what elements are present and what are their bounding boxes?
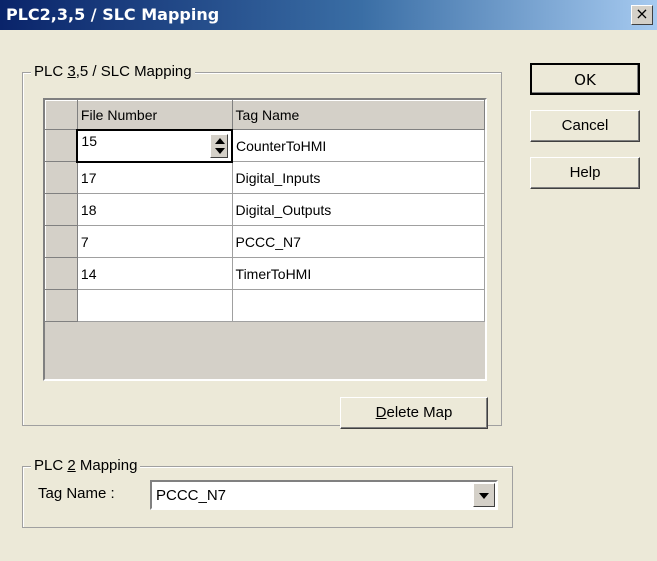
row-header[interactable]	[45, 257, 78, 290]
legend-text: ,5 / SLC Mapping	[75, 63, 192, 80]
file-number-value: 15	[81, 133, 97, 149]
legend-text: Mapping	[75, 457, 138, 474]
file-number-cell[interactable]: 14	[76, 257, 233, 290]
window-title: PLC2,3,5 / SLC Mapping	[6, 5, 220, 24]
tag-name-cell[interactable]	[231, 289, 486, 322]
column-header-file-number[interactable]: File Number	[76, 100, 233, 130]
row-header[interactable]	[45, 225, 78, 258]
tag-name-select[interactable]: PCCC_N7	[150, 480, 498, 510]
delete-accel-key: D	[375, 404, 387, 421]
legend-accel-key: 2	[67, 457, 76, 474]
delete-map-button[interactable]: Delete Map	[340, 397, 488, 429]
table-row[interactable]: 14 TimerToHMI	[45, 257, 486, 290]
mapping-table: File Number Tag Name 15 CounterToHMI 17 …	[45, 100, 486, 322]
legend-accel-key: 3	[67, 63, 76, 80]
cancel-button[interactable]: Cancel	[530, 110, 640, 142]
table-row[interactable]: 17 Digital_Inputs	[45, 161, 486, 194]
tag-name-cell[interactable]: TimerToHMI	[231, 257, 486, 290]
ok-button[interactable]: OK	[530, 63, 640, 95]
table-row[interactable]: 18 Digital_Outputs	[45, 193, 486, 226]
row-header-corner[interactable]	[45, 100, 78, 130]
mapping-grid[interactable]: File Number Tag Name 15 CounterToHMI 17 …	[43, 98, 487, 381]
column-header-tag-name[interactable]: Tag Name	[231, 100, 486, 130]
tag-name-cell[interactable]: PCCC_N7	[231, 225, 486, 258]
row-header[interactable]	[45, 193, 78, 226]
row-header[interactable]	[45, 161, 78, 194]
tag-name-cell[interactable]: Digital_Inputs	[231, 161, 486, 194]
spin-updown-icon[interactable]	[210, 134, 229, 158]
row-header[interactable]	[45, 289, 78, 322]
file-number-cell[interactable]: 15	[76, 128, 234, 163]
plc2-mapping-legend: PLC 2 Mapping	[31, 457, 141, 474]
legend-text: PLC	[34, 63, 68, 80]
tag-name-cell[interactable]: CounterToHMI	[231, 129, 486, 162]
file-number-cell[interactable]: 17	[76, 161, 233, 194]
close-button[interactable]: ×	[631, 5, 653, 25]
table-header-row: File Number Tag Name	[45, 100, 486, 130]
tag-name-cell[interactable]: Digital_Outputs	[231, 193, 486, 226]
delete-label: elete Map	[386, 404, 453, 421]
table-row-new[interactable]	[45, 289, 486, 322]
file-number-cell[interactable]: 18	[76, 193, 233, 226]
tag-name-label: Tag Name :	[38, 485, 115, 502]
table-row[interactable]: 15 CounterToHMI	[45, 128, 486, 163]
legend-text: PLC	[34, 457, 68, 474]
tag-name-value: PCCC_N7	[156, 487, 227, 504]
row-header[interactable]	[45, 129, 78, 162]
file-number-cell[interactable]	[76, 289, 233, 322]
chevron-down-icon[interactable]	[473, 483, 495, 507]
slc-mapping-legend: PLC 3,5 / SLC Mapping	[31, 63, 195, 80]
table-row[interactable]: 7 PCCC_N7	[45, 225, 486, 258]
help-button[interactable]: Help	[530, 157, 640, 189]
file-number-cell[interactable]: 7	[76, 225, 233, 258]
title-bar: PLC2,3,5 / SLC Mapping ×	[0, 0, 657, 30]
